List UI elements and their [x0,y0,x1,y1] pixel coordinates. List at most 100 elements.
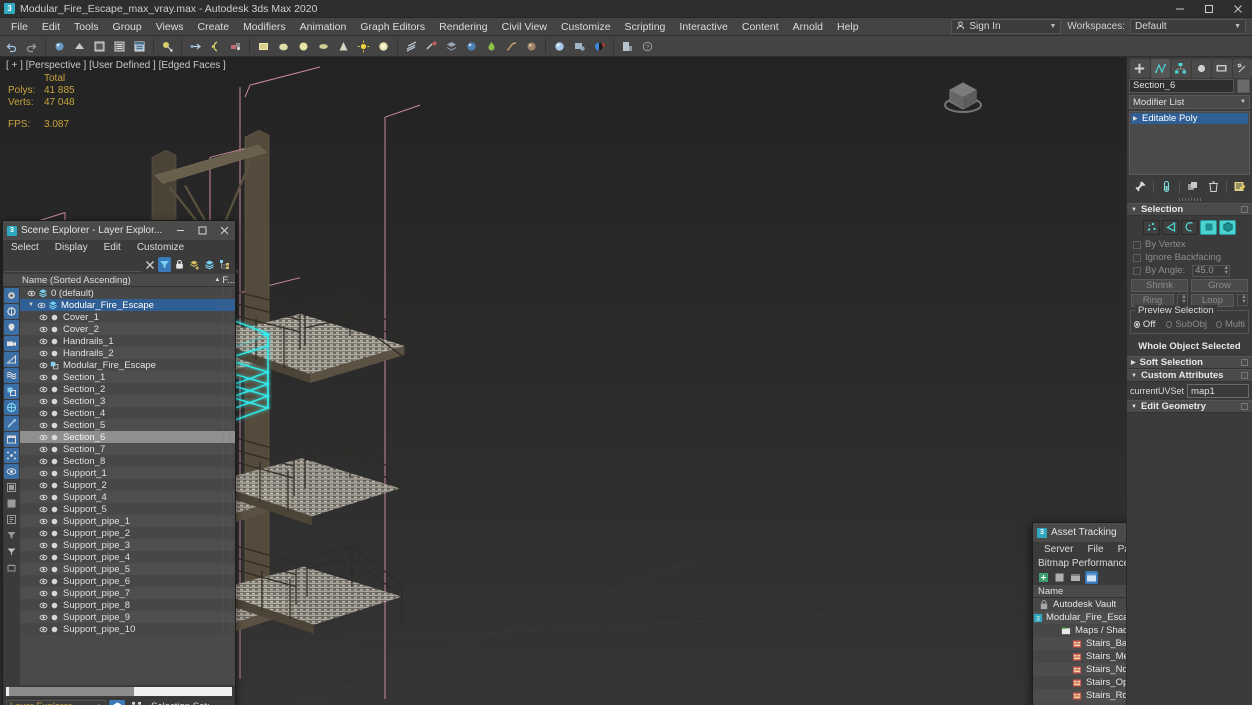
view-cube[interactable] [940,75,986,119]
scene-explorer-row[interactable]: Section_7 ⋮⋮ [20,443,235,455]
subobject-border-button[interactable] [1181,219,1198,235]
visibility-toggle-icon[interactable] [38,505,49,514]
schematic-view-icon[interactable] [522,37,541,56]
freeze-column-handle[interactable]: ⋮⋮ [219,565,234,574]
refresh-assets-icon[interactable] [1037,571,1050,584]
filter-icon[interactable] [158,257,171,272]
scene-explorer-row[interactable]: Section_5 ⋮⋮ [20,419,235,431]
display-geometry-icon[interactable] [4,304,19,319]
visibility-toggle-icon[interactable] [38,409,49,418]
scene-converter-icon[interactable] [482,37,501,56]
rollout-header-soft-selection[interactable]: ▶ Soft Selection [1127,356,1252,369]
freeze-column-handle[interactable]: ⋮⋮ [219,373,234,382]
current-uvset-field[interactable]: map1 [1187,384,1249,398]
material-editor-icon[interactable] [462,37,481,56]
asset-tracking-list[interactable]: Autodesk VaultLogged... 3 Modular_Fire_Esc… [1033,598,1126,705]
cone-primitive-icon[interactable] [334,37,353,56]
menu-views[interactable]: Views [149,18,191,36]
by-angle-row[interactable]: By Angle: 45.0 ▲ ▼ [1127,264,1252,277]
scene-explorer-row[interactable]: Support_5 ⋮⋮ [20,503,235,515]
se-menu-edit[interactable]: Edit [104,242,129,253]
freeze-column-handle[interactable]: ⋮⋮ [219,577,234,586]
visibility-toggle-icon[interactable] [38,421,49,430]
align-icon[interactable] [402,37,421,56]
select-object-icon[interactable] [50,37,69,56]
freeze-column-handle[interactable]: ⋮⋮ [219,589,234,598]
visibility-toggle-icon[interactable] [38,589,49,598]
asset-tracking-row[interactable]: Maps / Shaders [1033,624,1126,637]
sun-positioner-icon[interactable] [374,37,393,56]
scene-explorer-row[interactable]: Support_pipe_3 ⋮⋮ [20,539,235,551]
visibility-toggle-icon[interactable] [38,337,49,346]
visibility-toggle-icon[interactable] [38,325,49,334]
add-layer-icon[interactable] [188,257,201,272]
menu-tools[interactable]: Tools [67,18,106,36]
se-menu-customize[interactable]: Customize [137,242,192,253]
visibility-toggle-icon[interactable] [38,481,49,490]
sign-in-button[interactable]: Sign In ▼ [951,19,1062,34]
ellipse-primitive-icon[interactable] [314,37,333,56]
menu-animation[interactable]: Animation [293,18,354,36]
sphere-primitive-icon[interactable] [274,37,293,56]
preview-off-radio[interactable] [1134,321,1140,328]
display-particles-icon[interactable] [4,448,19,463]
expander-icon[interactable]: ▶ [1133,115,1142,122]
layer-manager-icon[interactable] [442,37,461,56]
at-menu-paths[interactable]: Paths [1112,544,1126,555]
asset-tracking-titlebar[interactable]: 3 Asset Tracking [1033,523,1126,542]
bind-to-space-warp-icon[interactable] [226,37,245,56]
make-unique-icon[interactable] [1183,177,1202,196]
mirror-icon[interactable] [422,37,441,56]
at-menu-server[interactable]: Server [1038,544,1079,555]
menu-file[interactable]: File [4,18,35,36]
scene-explorer-row[interactable]: Support_pipe_2 ⋮⋮ [20,527,235,539]
freeze-column-handle[interactable]: ⋮⋮ [219,325,234,334]
tab-hierarchy[interactable] [1171,58,1191,78]
spinner-arrows-icon[interactable]: ▲ ▼ [1223,265,1229,276]
visibility-toggle-icon[interactable] [38,493,49,502]
freeze-column-handle[interactable]: ⋮⋮ [219,601,234,610]
scene-explorer-row[interactable]: ▼ Modular_Fire_Escape ⋮⋮ [20,299,235,311]
grow-button[interactable]: Grow [1191,279,1248,292]
freeze-column-handle[interactable]: ⋮⋮ [219,613,234,622]
clear-search-icon[interactable] [143,257,156,272]
subobject-polygon-button[interactable] [1200,219,1217,235]
object-color-swatch[interactable] [1237,78,1250,93]
display-helpers-icon[interactable] [4,352,19,367]
freeze-column-handle[interactable]: ⋮⋮ [219,505,234,514]
asset-tracking-window[interactable]: 3 Asset Tracking Server File P Bitmap Pe… [1032,522,1126,705]
display-bones-icon[interactable] [4,416,19,431]
render-setup-icon[interactable] [550,37,569,56]
freeze-column-handle[interactable]: ⋮⋮ [219,337,234,346]
visibility-toggle-icon[interactable] [38,553,49,562]
by-angle-checkbox[interactable] [1133,266,1141,275]
maximize-button[interactable] [1194,0,1223,18]
box-primitive-icon[interactable] [254,37,273,56]
scene-explorer-row[interactable]: Section_8 ⋮⋮ [20,455,235,467]
menu-arnold[interactable]: Arnold [786,18,830,36]
expander-icon[interactable]: ▼ [26,302,36,308]
rollout-pin-icon[interactable] [1241,359,1248,366]
visibility-toggle-icon[interactable] [38,385,49,394]
filter-clear-icon[interactable] [4,544,19,559]
display-shapes-icon[interactable] [4,432,19,447]
scene-explorer-row[interactable]: Support_4 ⋮⋮ [20,491,235,503]
asset-tracking-icon[interactable] [618,37,637,56]
asset-tracking-row[interactable]: 3Modular_Fire_Escape_max_vray.maxNetwor.… [1033,611,1126,624]
visibility-toggle-icon[interactable] [38,577,49,586]
asset-tracking-column-header[interactable]: Name Status [1033,585,1126,598]
toggle-column-icon[interactable] [4,480,19,495]
visibility-toggle-icon[interactable] [26,289,37,298]
display-lights-icon[interactable] [4,320,19,335]
layer-explorer-toggle[interactable] [109,699,125,705]
preview-subobj-radio[interactable] [1166,321,1173,328]
loop-spinner[interactable]: ▲ ▼ [1237,294,1248,306]
display-all-icon[interactable] [4,288,19,303]
select-region-icon[interactable] [90,37,109,56]
scrollbar-thumb[interactable] [9,687,134,696]
visibility-toggle-icon[interactable] [38,361,49,370]
toggle-panel-icon[interactable] [4,496,19,511]
visibility-toggle-icon[interactable] [38,565,49,574]
freeze-column-handle[interactable]: ⋮⋮ [219,397,234,406]
rollout-header-custom-attributes[interactable]: ▼ Custom Attributes [1127,369,1252,382]
